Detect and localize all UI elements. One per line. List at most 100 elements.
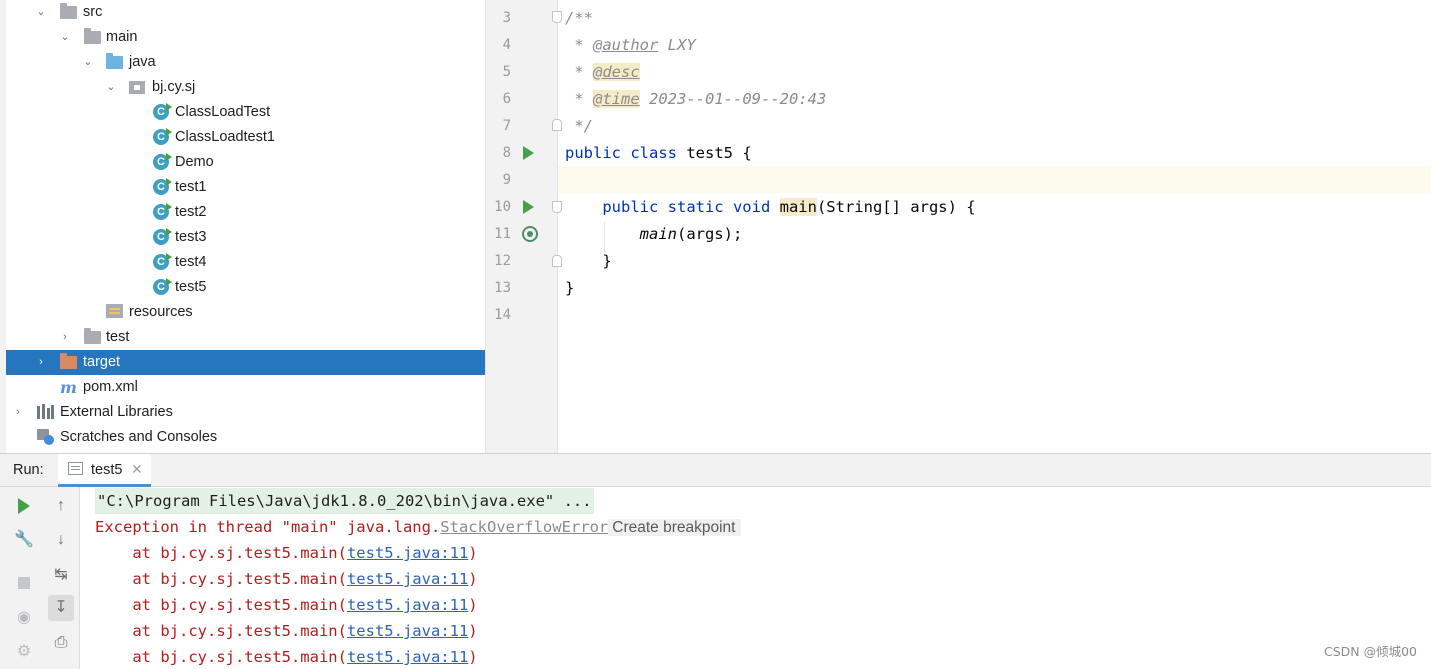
method-name: main	[779, 198, 817, 216]
print-button[interactable]: ⎙	[48, 630, 74, 656]
java-class-icon: C	[153, 228, 172, 246]
tree-item-class[interactable]: C test5	[0, 275, 485, 300]
source-link[interactable]: test5.java:11	[347, 570, 468, 588]
dump-threads-button[interactable]: ◉	[11, 605, 37, 631]
code-line-6[interactable]: * @time 2023--01--09--20:43	[565, 86, 826, 113]
run-class-gutter-icon[interactable]	[523, 146, 534, 160]
fold-marker-icon[interactable]	[552, 11, 562, 23]
source-link[interactable]: test5.java:11	[347, 648, 468, 666]
scroll-down-button[interactable]: ↓	[48, 527, 74, 553]
java-class-icon: C	[153, 103, 172, 121]
scratches-icon	[37, 429, 55, 446]
stack-trace-line: at bj.cy.sj.test5.main(test5.java:11)	[95, 566, 477, 592]
source-link[interactable]: test5.java:11	[347, 544, 468, 562]
comment-prefix: *	[565, 63, 593, 81]
tree-item-external-libraries[interactable]: › External Libraries	[0, 400, 485, 425]
java-class-icon: C	[153, 278, 172, 296]
exception-text: Exception in thread "main" java.lang.	[95, 518, 441, 536]
stop-button[interactable]	[11, 570, 37, 596]
create-breakpoint-link[interactable]: Create breakpoint	[608, 519, 742, 536]
chevron-right-icon[interactable]: ›	[58, 325, 72, 350]
code-line-13[interactable]: }	[565, 275, 574, 302]
tree-item-target[interactable]: › target	[6, 350, 485, 375]
play-icon	[18, 497, 30, 514]
comment-prefix: *	[565, 36, 593, 54]
code-line-8[interactable]: public class test5 {	[565, 140, 752, 167]
trace-end: )	[468, 622, 478, 640]
line-number: 7	[502, 118, 511, 134]
chevron-down-icon[interactable]: ⌄	[58, 25, 72, 50]
scroll-up-button[interactable]: ↑	[48, 493, 74, 519]
tree-item-class[interactable]: C test1	[0, 175, 485, 200]
console-command-line: "C:\Program Files\Java\jdk1.8.0_202\bin\…	[95, 488, 594, 514]
code-line-11[interactable]: main(args);	[565, 221, 743, 248]
chevron-right-icon[interactable]: ›	[34, 350, 48, 375]
source-link[interactable]: test5.java:11	[347, 622, 468, 640]
fold-marker-icon[interactable]	[552, 255, 562, 267]
chevron-down-icon[interactable]: ⌄	[104, 75, 118, 100]
close-icon[interactable]: ✕	[131, 461, 143, 478]
chevron-down-icon[interactable]: ⌄	[34, 0, 48, 25]
java-class-icon: C	[153, 128, 172, 146]
exception-class-link[interactable]: StackOverflowError	[440, 518, 608, 536]
keyword: public class	[565, 144, 687, 162]
code-line-12[interactable]: }	[565, 248, 611, 275]
wrench-icon: 🔧	[14, 531, 34, 548]
code-line-10[interactable]: public static void main(String[] args) {	[565, 194, 976, 221]
tree-item-package[interactable]: ⌄ bj.cy.sj	[0, 75, 485, 100]
tree-item-class[interactable]: C test2	[0, 200, 485, 225]
java-class-icon: C	[153, 153, 172, 171]
tree-item-pom[interactable]: m pom.xml	[0, 375, 485, 400]
tree-item-class[interactable]: C test3	[0, 225, 485, 250]
resources-folder-icon	[106, 304, 124, 321]
stop-icon	[18, 576, 30, 589]
tree-item-label: test	[106, 329, 130, 345]
fold-marker-icon[interactable]	[552, 119, 562, 131]
arrow-up-icon: ↑	[57, 497, 65, 514]
tree-item-label: Demo	[175, 154, 214, 170]
source-link[interactable]: test5.java:11	[347, 596, 468, 614]
run-main-gutter-icon[interactable]	[523, 200, 534, 214]
tree-item-resources[interactable]: resources	[0, 300, 485, 325]
chevron-down-icon[interactable]: ⌄	[81, 50, 95, 75]
tree-item-main[interactable]: ⌄ main	[0, 25, 485, 50]
tree-item-class[interactable]: C ClassLoadTest	[0, 100, 485, 125]
run-panel-header: Run: test5 ✕	[0, 453, 1431, 487]
line-number: 11	[494, 226, 511, 242]
code-line-4[interactable]: * @author LXY	[565, 32, 695, 59]
tree-item-class[interactable]: C test4	[0, 250, 485, 275]
console-output[interactable]: "C:\Program Files\Java\jdk1.8.0_202\bin\…	[81, 487, 1431, 669]
watermark: CSDN @倾城00	[1323, 644, 1417, 659]
java-class-icon: C	[153, 178, 172, 196]
tree-item-test[interactable]: › test	[0, 325, 485, 350]
tree-item-scratches[interactable]: Scratches and Consoles	[0, 425, 485, 450]
tree-item-label: test2	[175, 204, 207, 220]
code-line-5[interactable]: * @desc	[565, 59, 640, 86]
folder-icon	[84, 328, 102, 346]
class-name: test5	[686, 144, 733, 162]
folder-icon	[84, 28, 102, 46]
tree-item-java[interactable]: ⌄ java	[0, 50, 485, 75]
tree-item-class[interactable]: C Demo	[0, 150, 485, 175]
scroll-to-end-button[interactable]: ↧	[48, 595, 74, 621]
tree-item-label: test1	[175, 179, 207, 195]
tree-item-class[interactable]: C ClassLoadtest1	[0, 125, 485, 150]
trace-end: )	[468, 596, 478, 614]
code-line-7[interactable]: */	[565, 113, 593, 140]
restore-layout-button[interactable]: ⚙	[11, 639, 37, 665]
rerun-button[interactable]	[11, 493, 37, 519]
line-number: 5	[502, 64, 511, 80]
run-tab-test5[interactable]: test5 ✕	[58, 454, 151, 487]
code-line-3[interactable]: /**	[565, 5, 593, 32]
tree-item-label: src	[83, 4, 103, 20]
tree-item-src[interactable]: ⌄ src	[0, 0, 485, 25]
trace-text: at bj.cy.sj.test5.main(	[95, 544, 347, 562]
fold-marker-icon[interactable]	[552, 201, 562, 213]
settings-button[interactable]: 🔧	[11, 527, 37, 553]
soft-wrap-button[interactable]: ↹	[48, 562, 74, 588]
line-number: 8	[502, 145, 511, 161]
chevron-right-icon[interactable]: ›	[11, 400, 25, 425]
trace-end: )	[468, 648, 478, 666]
tree-item-label: main	[106, 29, 138, 45]
